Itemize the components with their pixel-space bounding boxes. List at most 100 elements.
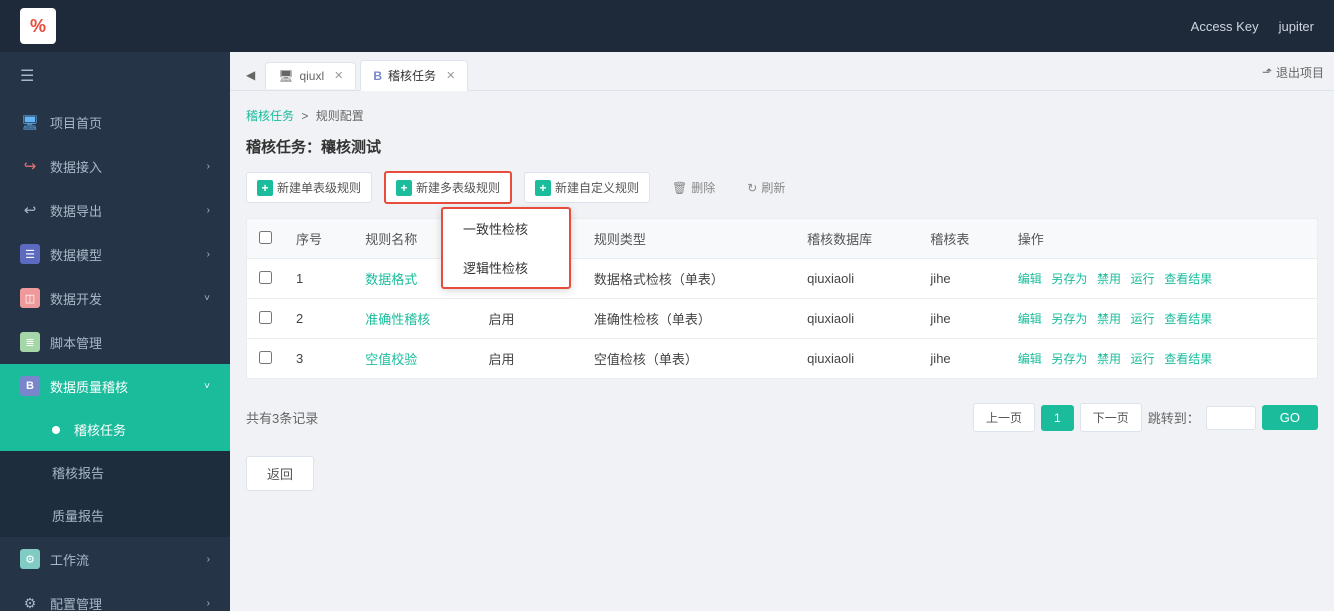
tab-qiuxl-close[interactable]: ✕ [334,69,343,82]
row-checkbox-1[interactable] [259,271,272,284]
action-disable-2[interactable]: 禁用 [1097,312,1121,326]
refresh-icon: ↻ [747,181,757,195]
content-area: ◀ 🖥 qiuxl ✕ B 稽核任务 ✕ ⬏ 退出项目 稽核任务 > [230,52,1334,611]
row-status-3: 启用 [477,339,582,379]
prev-page-button[interactable]: 上一页 [973,403,1035,432]
dropdown-logic[interactable]: 逻辑性检核 [443,248,569,287]
dropdown-consistency[interactable]: 一致性检核 [443,209,569,248]
action-run-3[interactable]: 运行 [1131,352,1155,366]
top-header: % Access Key jupiter [0,0,1334,52]
monitor-icon: 🖥 [20,112,40,132]
row-actions-3: 编辑 另存为 禁用 运行 查看结果 [1006,339,1318,379]
action-disable-1[interactable]: 禁用 [1097,272,1121,286]
quality-icon: B [20,376,40,396]
action-edit-2[interactable]: 编辑 [1018,312,1042,326]
sidebar-label-script: 脚本管理 [50,333,102,352]
workflow-icon: ⚙ [20,549,40,569]
new-multi-rule-button[interactable]: + 新建多表级规则 [384,171,512,204]
arrow-icon-config: › [207,598,210,609]
table-row: 1 数据格式 启用 数据格式检核（单表） qiuxiaoli jihe 编辑 另… [247,259,1318,299]
sidebar-item-audit-task[interactable]: 稽核任务 [0,408,230,451]
sidebar-item-script[interactable]: ≣ 脚本管理 [0,320,230,364]
action-disable-3[interactable]: 禁用 [1097,352,1121,366]
action-saveas-1[interactable]: 另存为 [1051,272,1087,286]
sidebar-item-quality[interactable]: B 数据质量稽核 ˅ [0,364,230,408]
sidebar-item-quality-report[interactable]: 质量报告 [0,494,230,537]
row-name-3: 空值校验 [353,339,476,379]
plus-icon-single: + [257,180,273,196]
export-icon: ↩ [20,200,40,220]
sidebar-item-audit-report[interactable]: 稽核报告 [0,451,230,494]
arrow-icon-dev: ˅ [204,293,210,304]
tab-qiuxl[interactable]: 🖥 qiuxl ✕ [265,62,356,89]
row-seq-3: 3 [284,339,353,379]
current-page-button[interactable]: 1 [1041,405,1074,431]
row-actions-2: 编辑 另存为 禁用 运行 查看结果 [1006,299,1318,339]
sidebar-item-data-export[interactable]: ↩ 数据导出 › [0,188,230,232]
toolbar: + 新建单表级规则 + 新建多表级规则 一致性检核 逻辑性检核 + 新建自定义规… [246,171,1318,204]
select-all-checkbox[interactable] [259,231,272,244]
refresh-button[interactable]: ↻ 刷新 [737,173,795,202]
row-checkbox-2[interactable] [259,311,272,324]
active-dot [52,426,60,434]
row-database-2: qiuxiaoli [795,299,918,339]
col-actions: 操作 [1006,219,1318,259]
sidebar-item-config[interactable]: ⚙ 配置管理 › [0,581,230,611]
row-checkbox-cell [247,339,285,379]
sidebar-label-workflow: 工作流 [50,550,89,569]
page-jump-input[interactable] [1206,406,1256,430]
exit-project[interactable]: ⬏ 退出项目 [1262,64,1324,87]
arrow-icon: › [207,161,210,172]
sidebar-label-export: 数据导出 [50,201,102,220]
new-single-rule-button[interactable]: + 新建单表级规则 [246,172,372,203]
sidebar-item-data-import[interactable]: ↪ 数据接入 › [0,144,230,188]
row-table-2: jihe [918,299,1005,339]
row-checkbox-3[interactable] [259,351,272,364]
sidebar-item-home[interactable]: 🖥 项目首页 [0,100,230,144]
hamburger-menu[interactable]: ☰ [0,52,230,100]
action-result-1[interactable]: 查看结果 [1164,272,1212,286]
action-saveas-3[interactable]: 另存为 [1051,352,1087,366]
trash-icon: 🗑 [672,181,687,195]
action-run-2[interactable]: 运行 [1131,312,1155,326]
sidebar: ☰ 🖥 项目首页 ↪ 数据接入 › ↩ 数据导出 › ☰ 数据模型 › ◫ 数据… [0,52,230,611]
sidebar-item-data-model[interactable]: ☰ 数据模型 › [0,232,230,276]
next-page-button[interactable]: 下一页 [1080,403,1142,432]
breadcrumb-parent[interactable]: 稽核任务 [246,109,294,123]
import-icon: ↪ [20,156,40,176]
go-button[interactable]: GO [1262,405,1318,430]
audit-report-label: 稽核报告 [52,463,104,482]
new-single-label: 新建单表级规则 [277,179,361,196]
action-result-3[interactable]: 查看结果 [1164,352,1212,366]
tab-audit-task[interactable]: B 稽核任务 ✕ [360,60,468,91]
sidebar-label-home: 项目首页 [50,113,102,132]
arrow-icon-workflow: › [207,554,210,565]
sidebar-label-model: 数据模型 [50,245,102,264]
tab-qiuxl-label: qiuxl [299,69,324,83]
col-checkbox [247,219,285,259]
return-button[interactable]: 返回 [246,456,314,491]
sidebar-item-workflow[interactable]: ⚙ 工作流 › [0,537,230,581]
action-saveas-2[interactable]: 另存为 [1051,312,1087,326]
action-edit-1[interactable]: 编辑 [1018,272,1042,286]
table-row: 3 空值校验 启用 空值检核（单表） qiuxiaoli jihe 编辑 另存为… [247,339,1318,379]
pagination: 共有3条记录 上一页 1 下一页 跳转到： GO [246,395,1318,440]
exit-label: 退出项目 [1276,64,1324,81]
quality-submenu: 稽核任务 稽核报告 质量报告 [0,408,230,537]
new-custom-rule-button[interactable]: + 新建自定义规则 [524,172,650,203]
action-result-2[interactable]: 查看结果 [1164,312,1212,326]
jump-label: 跳转到： [1148,408,1200,427]
tab-audit-task-close[interactable]: ✕ [446,69,455,82]
row-checkbox-cell [247,259,285,299]
sidebar-item-data-dev[interactable]: ◫ 数据开发 ˅ [0,276,230,320]
action-edit-3[interactable]: 编辑 [1018,352,1042,366]
delete-button[interactable]: 🗑 删除 [662,173,725,202]
script-icon: ≣ [20,332,40,352]
row-type-3: 空值检核（单表） [582,339,795,379]
row-database-3: qiuxiaoli [795,339,918,379]
sidebar-label-import: 数据接入 [50,157,102,176]
tab-scroll-left[interactable]: ◀ [240,64,261,86]
access-key-label[interactable]: Access Key [1191,19,1259,34]
action-run-1[interactable]: 运行 [1131,272,1155,286]
tab-b-icon: B [373,69,382,83]
